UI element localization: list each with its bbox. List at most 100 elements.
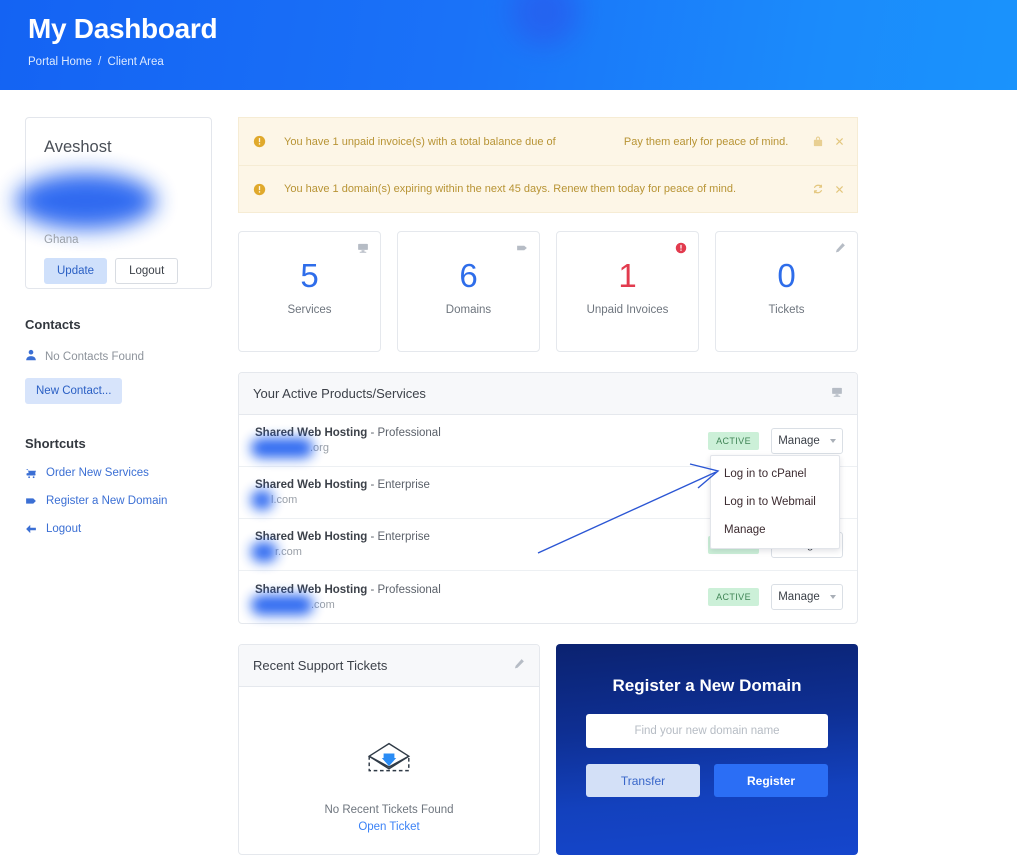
tickets-empty-state: No Recent Tickets Found Open Ticket	[239, 687, 539, 833]
breadcrumb-portal-home[interactable]: Portal Home	[28, 56, 92, 68]
service-plan: - Enterprise	[370, 479, 430, 491]
user-icon	[25, 349, 37, 364]
ticket-icon	[834, 241, 846, 259]
shortcut-label: Logout	[46, 523, 82, 535]
manage-button-label: Manage	[778, 434, 820, 447]
alert-text-after: Pay them early for peace of mind.	[623, 135, 789, 148]
stat-label: Domains	[445, 304, 492, 316]
update-button[interactable]: Update	[44, 258, 108, 284]
stat-cards: 5 Services 6 Domains 1 Unpaid Invoices 0…	[238, 231, 858, 352]
manage-button-label: Manage	[778, 591, 820, 603]
service-plan: - Enterprise	[370, 531, 430, 543]
server-icon	[831, 385, 843, 403]
manage-button[interactable]: Manage	[771, 584, 843, 610]
stat-value: 1	[618, 257, 637, 294]
redacted-amount	[559, 136, 621, 146]
shortcut-logout[interactable]: Logout	[25, 523, 212, 535]
menu-item-login-to-webmail[interactable]: Log in to Webmail	[711, 488, 839, 516]
redacted-domain	[251, 490, 273, 510]
exclamation-circle-icon	[675, 241, 687, 259]
stat-label: Services	[287, 304, 332, 316]
service-domain-suffix: .com	[311, 598, 335, 611]
exclamation-circle-icon	[253, 135, 266, 148]
tickets-panel-header: Recent Support Tickets	[239, 645, 539, 687]
alert-message: You have 1 unpaid invoice(s) with a tota…	[284, 136, 802, 148]
stat-card-tickets[interactable]: 0 Tickets	[715, 231, 858, 352]
arrow-left-icon	[25, 523, 37, 535]
service-domain: .com	[251, 594, 708, 615]
status-badge: ACTIVE	[708, 431, 759, 450]
alert-unpaid-invoices: You have 1 unpaid invoice(s) with a tota…	[238, 117, 858, 165]
services-panel-header: Your Active Products/Services	[239, 373, 857, 415]
user-company: Aveshost	[44, 138, 112, 156]
chevron-down-icon	[829, 595, 836, 599]
alert-close-icon[interactable]	[834, 184, 845, 195]
cart-icon	[25, 467, 37, 479]
service-plan: - Professional	[370, 427, 441, 439]
service-product: Shared Web Hosting	[255, 479, 368, 491]
transfer-button[interactable]: Transfer	[586, 764, 700, 797]
tag-icon	[25, 495, 37, 507]
service-domain-suffix: l.com	[271, 494, 298, 506]
table-row[interactable]: Shared Web Hosting - Professional .com A…	[239, 571, 857, 623]
manage-dropdown-menu[interactable]: Log in to cPanel Log in to Webmail Manag…	[710, 455, 840, 549]
alert-refresh-icon[interactable]	[812, 183, 824, 195]
dashboard-page: My Dashboard Portal Home / Client Area A…	[0, 0, 1017, 856]
stat-card-services[interactable]: 5 Services	[238, 231, 381, 352]
sidebar: Aveshost Ghana Update Logout Contacts No…	[16, 117, 212, 535]
logout-button[interactable]: Logout	[115, 258, 179, 284]
bottom-panels: Recent Support Tickets No Recent Tickets…	[238, 644, 858, 855]
alert-cart-icon[interactable]	[812, 135, 824, 148]
chevron-down-icon	[829, 438, 836, 443]
redacted-domain	[251, 542, 277, 562]
user-country: Ghana	[44, 234, 79, 246]
register-domain-panel: Register a New Domain Transfer Register	[556, 644, 858, 855]
tag-icon	[516, 241, 528, 259]
service-name: Shared Web Hosting - Enterprise	[255, 531, 708, 543]
menu-item-manage[interactable]: Manage	[711, 516, 839, 544]
ticket-icon	[513, 657, 525, 675]
breadcrumb-separator: /	[98, 56, 102, 68]
register-button[interactable]: Register	[714, 764, 828, 797]
redacted-user-name	[16, 173, 156, 229]
service-product: Shared Web Hosting	[255, 583, 368, 596]
redacted-domain	[251, 438, 313, 458]
open-ticket-link[interactable]: Open Ticket	[239, 821, 539, 833]
redacted-domain	[251, 594, 313, 615]
services-panel-title: Your Active Products/Services	[253, 386, 426, 401]
tickets-empty-label: No Recent Tickets Found	[324, 804, 454, 816]
new-contact-button[interactable]: New Contact...	[25, 378, 123, 404]
domain-search-input[interactable]	[586, 714, 828, 748]
manage-button[interactable]: Manage	[771, 427, 843, 454]
empty-inbox-icon	[362, 742, 416, 789]
exclamation-circle-icon	[253, 183, 266, 196]
alert-close-icon[interactable]	[834, 136, 845, 147]
service-info: Shared Web Hosting - Enterprise r.com	[251, 531, 708, 562]
contacts-heading: Contacts	[25, 317, 81, 332]
stat-card-unpaid-invoices[interactable]: 1 Unpaid Invoices	[556, 231, 699, 352]
tickets-panel-title: Recent Support Tickets	[253, 658, 388, 673]
page-title: My Dashboard	[28, 13, 218, 44]
shortcut-order-new-services[interactable]: Order New Services	[25, 467, 212, 479]
shortcut-label: Register a New Domain	[46, 495, 168, 507]
register-domain-title: Register a New Domain	[612, 676, 802, 695]
breadcrumb-client-area[interactable]: Client Area	[108, 56, 164, 68]
service-domain: r.com	[251, 542, 708, 562]
stat-card-domains[interactable]: 6 Domains	[397, 231, 540, 352]
shortcut-register-a-new-domain[interactable]: Register a New Domain	[25, 495, 212, 507]
user-card-actions: Update Logout	[44, 258, 179, 284]
server-icon	[357, 241, 369, 259]
shortcut-label: Order New Services	[46, 467, 149, 479]
service-info: Shared Web Hosting - Professional .org	[251, 427, 708, 458]
recent-tickets-panel: Recent Support Tickets No Recent Tickets…	[238, 644, 540, 855]
page-header: My Dashboard Portal Home / Client Area	[0, 0, 1017, 90]
menu-item-login-to-cpanel[interactable]: Log in to cPanel	[711, 460, 839, 488]
breadcrumb: Portal Home / Client Area	[28, 56, 1017, 68]
service-plan: - Professional	[370, 583, 441, 596]
stat-value: 5	[300, 257, 319, 294]
register-domain-actions: Transfer Register	[586, 764, 828, 797]
service-name: Shared Web Hosting - Professional	[255, 427, 708, 439]
stat-value: 0	[777, 257, 796, 294]
stat-value: 6	[459, 257, 478, 294]
alert-message: You have 1 domain(s) expiring within the…	[284, 183, 737, 195]
